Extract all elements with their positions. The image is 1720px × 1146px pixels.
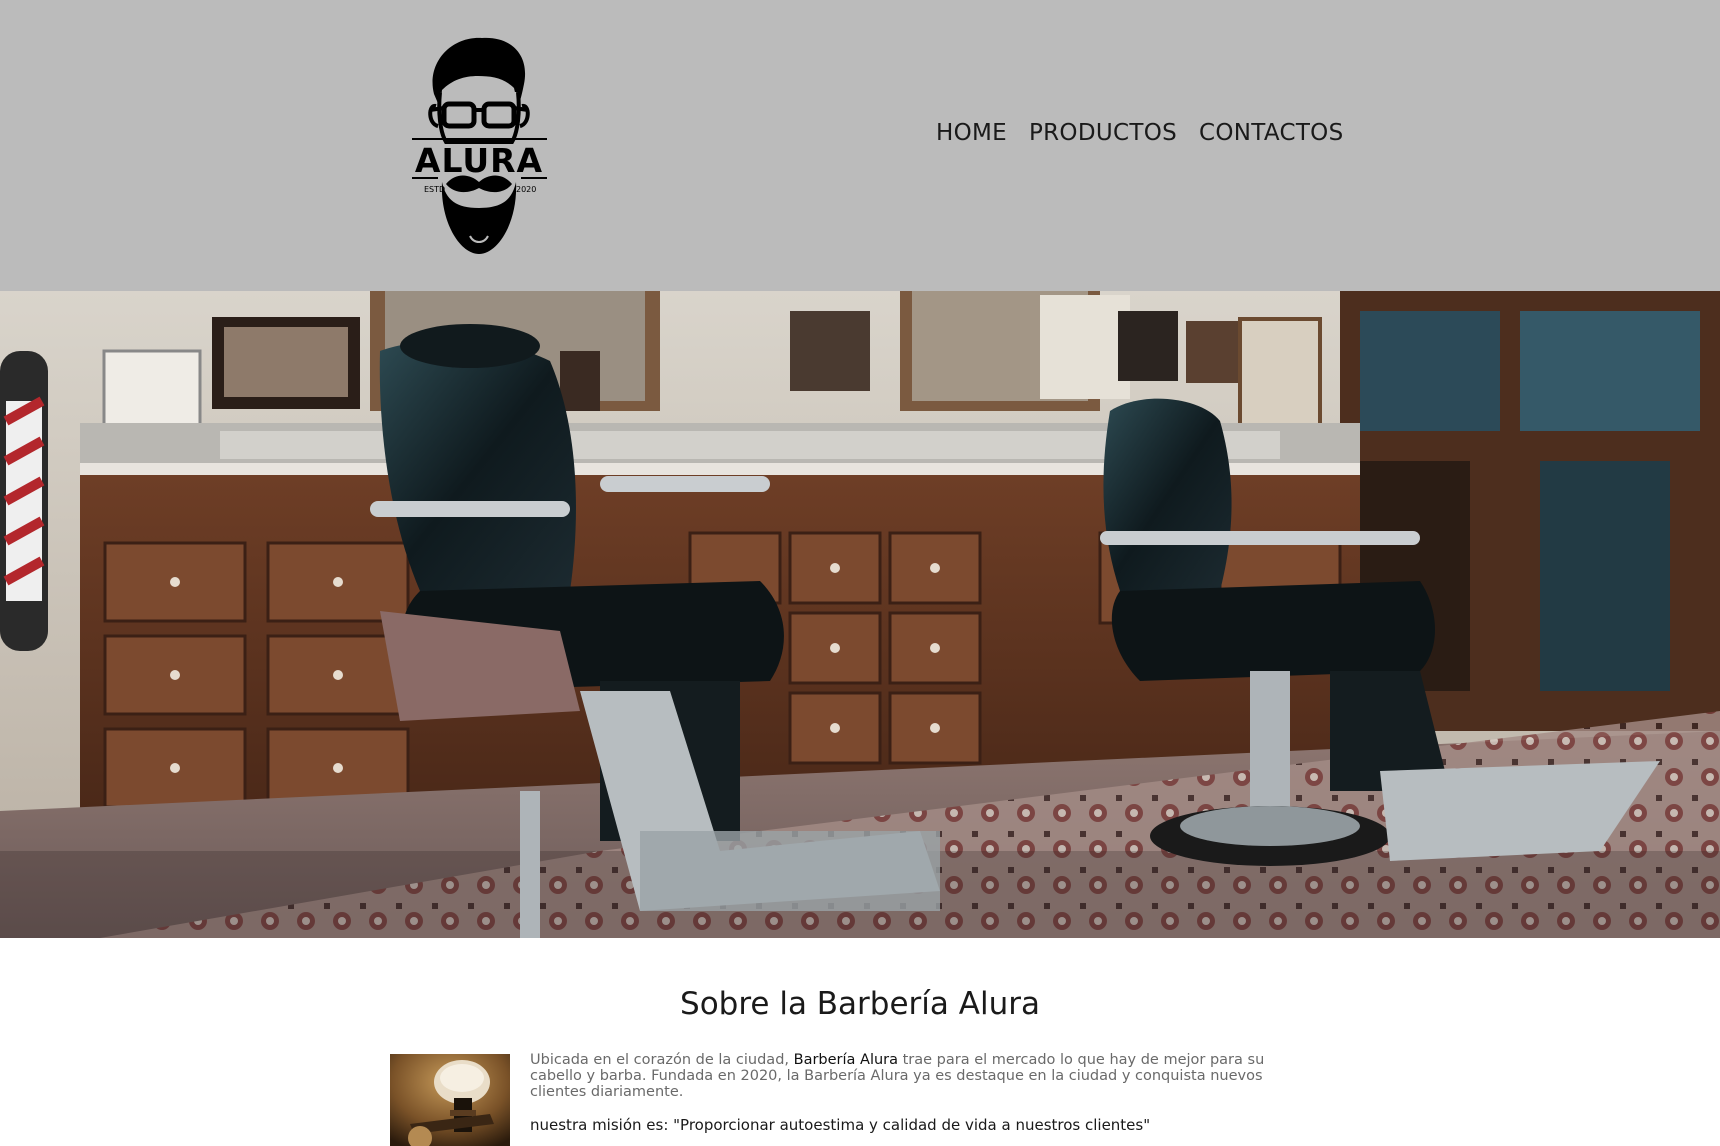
about-title: Sobre la Barbería Alura — [680, 986, 1040, 1022]
logo-year-text: 2020 — [516, 185, 536, 194]
nav-home-link[interactable]: HOME — [936, 120, 1007, 146]
main-nav: HOME PRODUCTOS CONTACTOS — [936, 120, 1343, 146]
nav-contactos-link[interactable]: CONTACTOS — [1199, 120, 1343, 146]
about-text-intro: Ubicada en el corazón de la ciudad, — [530, 1052, 794, 1068]
site-header: ALURA ESTD 2020 HOME PRODUCTOS CONTACTOS — [0, 0, 1720, 291]
alura-logo[interactable]: ALURA ESTD 2020 — [412, 32, 547, 254]
shaving-brush-icon — [390, 1054, 510, 1146]
about-section: Sobre la Barbería Alura Ubicada en el co… — [390, 938, 1330, 1146]
nav-productos-link[interactable]: PRODUCTOS — [1029, 120, 1177, 146]
mission-statement: nuestra misión es: "Proporcionar autoest… — [530, 1116, 1151, 1134]
hero-banner — [0, 291, 1720, 938]
shaving-brush-image — [390, 1054, 510, 1146]
about-brand-name: Barbería Alura — [793, 1052, 899, 1068]
logo-brand-text: ALURA — [415, 141, 543, 180]
about-description: Ubicada en el corazón de la ciudad, Barb… — [530, 1052, 1320, 1100]
barbershop-photo — [0, 291, 1720, 938]
bearded-man-logo-icon: ALURA ESTD 2020 — [412, 37, 547, 254]
